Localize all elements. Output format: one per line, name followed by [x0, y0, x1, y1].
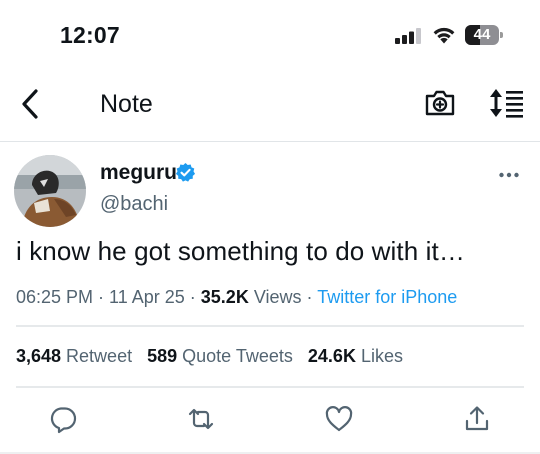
retweets-count: 3,648 — [16, 346, 62, 366]
sort-button[interactable] — [489, 86, 525, 120]
battery-icon: 44 — [465, 25, 503, 45]
sort-icon — [490, 89, 523, 118]
verified-badge-icon — [175, 162, 196, 182]
views-label: Views — [248, 287, 302, 307]
tweet-meta: 06:25 PM · 11 Apr 25 · 35.2K Views · Twi… — [16, 287, 457, 308]
wifi-icon — [433, 27, 455, 44]
retweets-stat[interactable]: 3,648 Retweet — [16, 346, 132, 366]
quote-tweets-count: 589 — [147, 346, 178, 366]
tweet-date: 11 Apr 25 — [109, 287, 185, 307]
cellular-signal-icon — [395, 28, 421, 44]
tweet-text: i know he got something to do with it… — [16, 236, 465, 266]
chevron-left-icon — [22, 89, 38, 119]
status-time: 12:07 — [60, 22, 120, 48]
retweets-label: Retweet — [61, 346, 133, 366]
likes-stat[interactable]: 24.6K Likes — [308, 346, 403, 366]
tweet-source-link[interactable]: Twitter for iPhone — [317, 287, 457, 307]
meta-separator: · — [301, 287, 318, 307]
quote-tweets-stat[interactable]: 589 Quote Tweets — [147, 346, 293, 366]
reply-icon — [50, 407, 77, 434]
more-horizontal-icon — [499, 172, 519, 178]
share-button[interactable] — [462, 404, 492, 434]
more-button[interactable] — [498, 167, 520, 183]
quote-tweets-label: Quote Tweets — [177, 346, 293, 366]
camera-icon — [425, 90, 455, 116]
retweet-button[interactable] — [186, 404, 216, 434]
back-button[interactable] — [16, 87, 48, 121]
avatar-image — [14, 155, 86, 227]
views-count: 35.2K — [200, 287, 249, 307]
display-name[interactable]: meguru — [100, 161, 177, 185]
username[interactable]: @bachi — [100, 193, 168, 216]
meta-separator: · — [184, 287, 201, 307]
camera-button[interactable] — [423, 86, 457, 120]
meta-separator: · — [93, 287, 110, 307]
battery-cap — [500, 32, 503, 38]
nav-bar: Note — [0, 66, 540, 142]
divider — [16, 325, 524, 327]
avatar[interactable] — [14, 155, 86, 227]
tweet-stats: 3,648 Retweet 589 Quote Tweets 24.6K Lik… — [16, 346, 403, 367]
divider — [16, 386, 524, 388]
battery-level: 44 — [473, 26, 491, 43]
likes-count: 24.6K — [307, 346, 356, 366]
page-title: Note — [100, 90, 153, 118]
likes-label: Likes — [355, 346, 403, 366]
tweet-time: 06:25 PM — [16, 287, 94, 307]
status-bar: 12:07 44 — [0, 0, 540, 66]
share-icon — [465, 406, 489, 431]
like-icon — [325, 406, 353, 432]
like-button[interactable] — [324, 404, 354, 434]
reply-button[interactable] — [48, 404, 78, 434]
retweet-icon — [188, 408, 214, 430]
